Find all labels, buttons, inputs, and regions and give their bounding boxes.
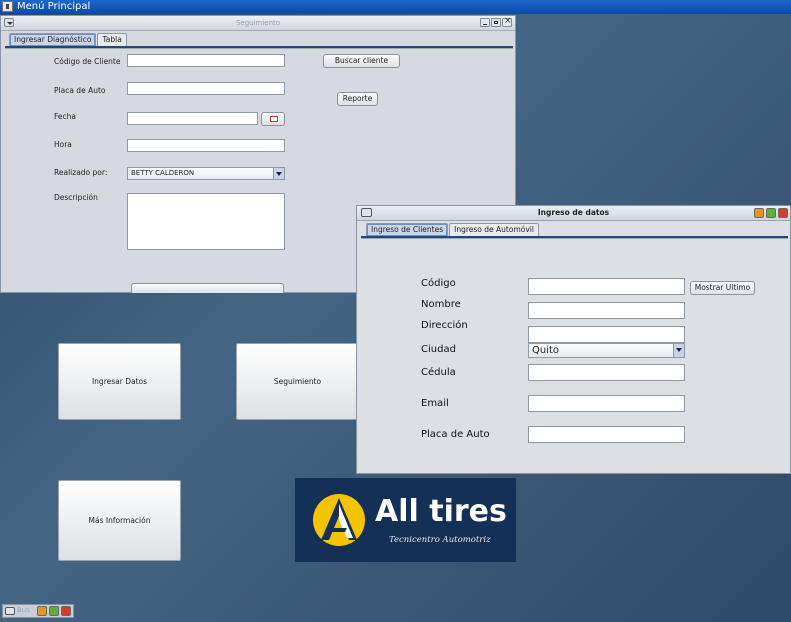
seguimiento-label: Seguimiento	[273, 377, 322, 386]
direccion-label: Dirección	[421, 320, 468, 331]
mas-informacion-button[interactable]: Más Información	[58, 480, 181, 561]
minimize-icon[interactable]	[480, 18, 490, 27]
placa-auto-label: Placa de Auto	[421, 429, 490, 440]
cedula-input[interactable]	[528, 364, 685, 381]
descripcion-textarea[interactable]	[127, 193, 285, 250]
window-menu-icon[interactable]	[5, 607, 15, 615]
minimize-icon[interactable]	[37, 606, 47, 616]
main-titlebar: Menú Principal	[0, 0, 791, 14]
ingresar-datos-label: Ingresar Datos	[91, 377, 148, 386]
fecha-label: Fecha	[54, 112, 76, 121]
codigo-cliente-input[interactable]	[127, 54, 285, 67]
realizado-por-label: Realizado por:	[54, 168, 108, 177]
ingreso-datos-window: Ingreso de datos Ingreso de Clientes Ing…	[356, 205, 791, 474]
java-app-icon[interactable]	[2, 1, 13, 12]
seguimiento-button[interactable]: Seguimiento	[236, 343, 359, 420]
minimized-buscar-frame[interactable]: Bus	[2, 604, 74, 618]
realizado-por-select[interactable]: BETTY CALDERON	[127, 167, 285, 180]
email-label: Email	[421, 398, 449, 409]
placa-auto-label: Placa de Auto	[54, 86, 106, 95]
minimized-title: Bus	[17, 606, 30, 614]
ciudad-value: Quito	[532, 345, 560, 356]
tab-divider	[361, 236, 788, 239]
calendar-icon[interactable]	[261, 112, 285, 126]
tab-tabla[interactable]: Tabla	[97, 33, 127, 46]
close-icon[interactable]	[502, 16, 512, 27]
cedula-label: Cédula	[421, 367, 456, 378]
maximize-icon[interactable]	[49, 606, 59, 616]
maximize-icon[interactable]	[766, 208, 776, 218]
codigo-input[interactable]	[528, 278, 685, 295]
placa-auto-input[interactable]	[127, 82, 285, 95]
placa-auto-input[interactable]	[528, 426, 685, 443]
realizado-por-value: BETTY CALDERON	[131, 169, 195, 177]
chevron-down-icon[interactable]	[673, 344, 684, 357]
logo-tagline: Tecnicentro Automotriz	[389, 535, 491, 545]
minimize-icon[interactable]	[754, 208, 764, 218]
close-icon[interactable]	[61, 606, 71, 616]
email-input[interactable]	[528, 395, 685, 412]
tab-ingresar-diagnostico[interactable]: Ingresar Diagnóstico	[9, 33, 97, 46]
descripcion-label: Descripción	[54, 193, 98, 202]
logo-name: All tires	[375, 494, 507, 529]
seguimiento-titlebar: Seguimiento	[1, 16, 515, 31]
fecha-input[interactable]	[127, 112, 258, 125]
direccion-input[interactable]	[528, 326, 685, 343]
tab-divider	[5, 46, 513, 49]
ingresar-diagnostico-button[interactable]	[131, 283, 284, 293]
ciudad-label: Ciudad	[421, 344, 456, 355]
hora-label: Hora	[54, 140, 72, 149]
logo-emblem-icon	[313, 494, 365, 546]
chevron-down-icon[interactable]	[273, 168, 284, 179]
mostrar-ultimo-button[interactable]: Mostrar Ultimo	[690, 281, 755, 295]
close-icon[interactable]	[778, 208, 788, 218]
reporte-button[interactable]: Reporte	[337, 92, 378, 106]
tab-ingreso-automovil[interactable]: Ingreso de Automóvil	[449, 223, 539, 236]
ciudad-select[interactable]: Quito	[528, 343, 685, 358]
ingreso-titlebar: Ingreso de datos	[357, 206, 790, 221]
tab-ingreso-clientes[interactable]: Ingreso de Clientes	[366, 223, 449, 236]
ingresar-datos-button[interactable]: Ingresar Datos	[58, 343, 181, 420]
codigo-cliente-label: Código de Cliente	[54, 57, 121, 66]
ingreso-title: Ingreso de datos	[537, 208, 610, 217]
main-window-title: Menú Principal	[17, 1, 91, 12]
maximize-icon[interactable]	[491, 18, 501, 27]
codigo-label: Código	[421, 278, 456, 289]
nombre-input[interactable]	[528, 302, 685, 319]
nombre-label: Nombre	[421, 299, 461, 310]
seguimiento-title: Seguimiento	[235, 19, 281, 27]
mas-informacion-label: Más Información	[88, 516, 151, 525]
hora-input[interactable]	[127, 139, 285, 152]
all-tires-logo: All tires Tecnicentro Automotriz	[295, 478, 516, 562]
buscar-cliente-button[interactable]: Buscar cliente	[323, 54, 400, 68]
